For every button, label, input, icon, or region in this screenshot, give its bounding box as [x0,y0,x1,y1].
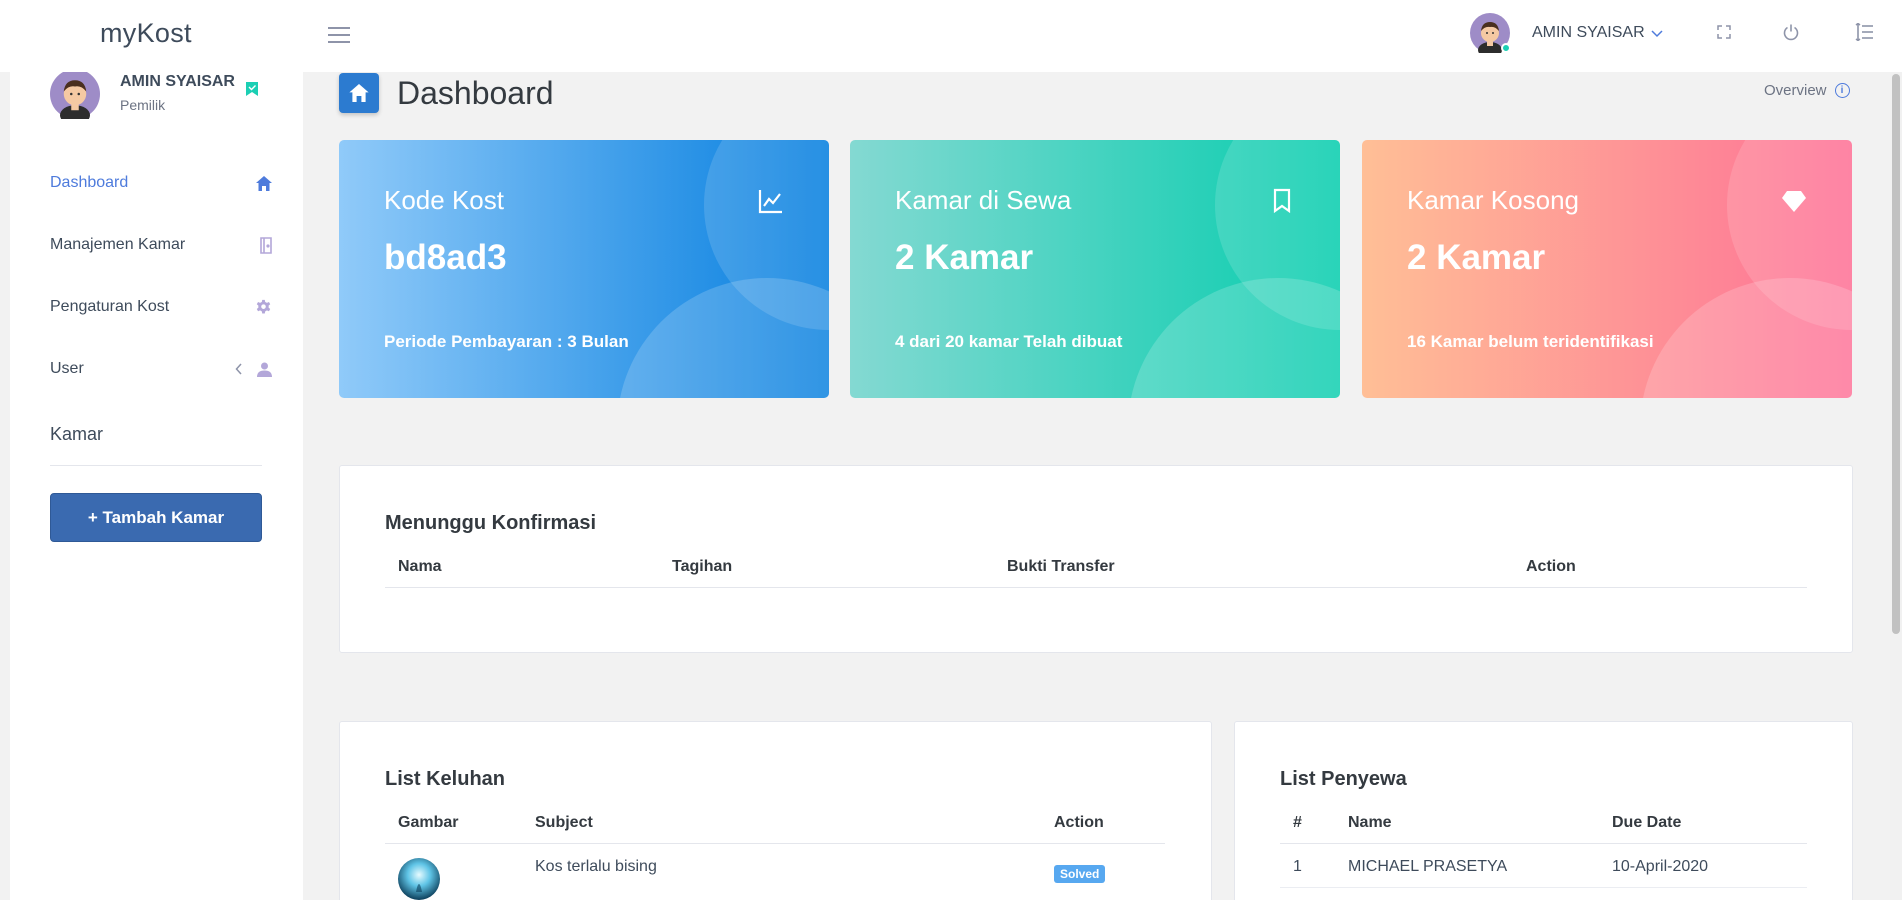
diamond-icon [1781,188,1807,214]
page-scrollbar[interactable] [1890,72,1902,900]
sidebar-item-label: User [50,360,84,377]
sidebar-profile[interactable]: AMIN SYAISAR Pemilik [50,69,272,126]
stat-value: bd8ad3 [384,238,507,277]
tenant-number: 1 [1293,858,1302,875]
column-header: Gambar [398,814,459,831]
list-settings-icon[interactable] [1852,20,1876,44]
scrollbar-thumb[interactable] [1892,74,1900,634]
stat-label: Kamar Kosong [1407,185,1579,215]
navbar-user-name: AMIN SYAISAR [1532,24,1645,41]
sidebar-section-title: Kamar [50,424,104,444]
chevron-down-icon [1651,26,1663,41]
tenant-name: MICHAEL PRASETYA [1348,858,1508,875]
bookmark-icon [1269,188,1295,214]
tenants-panel: List Penyewa # Name Due Date 1 MICHAEL P… [1234,721,1853,900]
navbar-profile-dropdown[interactable]: AMIN SYAISAR [1470,13,1663,58]
overview-label: Overview [1764,82,1827,99]
column-header: Action [1054,814,1104,831]
sidebar-item-user[interactable]: User [50,338,272,400]
top-navbar: myKost AMIN SYAISAR [0,0,1902,72]
stat-label: Kamar di Sewa [895,185,1072,215]
home-icon [339,73,379,113]
home-icon [256,175,272,191]
sidebar-user-name: AMIN SYAISAR [120,73,235,90]
sidebar-item-pengaturan-kost[interactable]: Pengaturan Kost [50,276,272,338]
sidebar-item-dashboard[interactable]: Dashboard [50,152,272,214]
avatar [50,69,100,126]
column-header: Bukti Transfer [1007,558,1115,575]
stat-card-kamar-kosong: Kamar Kosong 2 Kamar 16 Kamar belum teri… [1362,140,1852,398]
sidebar-item-label: Pengaturan Kost [50,298,170,315]
chevron-left-icon [235,363,242,375]
sidebar-item-label: Manajemen Kamar [50,236,186,253]
power-icon[interactable] [1779,20,1803,44]
tenant-due-date: 10-April-2020 [1612,858,1709,875]
stat-label: Kode Kost [384,185,504,215]
verified-bookmark-icon [246,82,258,96]
table-header: Gambar Subject Action [385,808,1165,844]
sidebar-menu: Dashboard Manajemen Kamar Pengaturan Kos… [50,152,272,400]
stat-subtext: Periode Pembayaran : 3 Bulan [384,332,629,351]
brand-logo[interactable]: myKost [100,18,192,49]
column-header: Nama [398,558,442,575]
chart-line-icon [758,188,784,214]
gear-icon [255,299,272,316]
table-row[interactable]: Kos terlalu bising Solved [385,844,1165,900]
column-header: Action [1526,558,1576,575]
sidebar-item-manajemen-kamar[interactable]: Manajemen Kamar [50,214,272,276]
complaint-thumbnail [398,858,440,900]
column-header: Tagihan [672,558,733,575]
column-header: # [1293,814,1302,831]
panel-title: List Penyewa [1280,768,1407,790]
sidebar-item-label: Dashboard [50,174,129,191]
sidebar-user-role: Pemilik [120,97,166,113]
avatar [1470,13,1511,58]
fullscreen-icon[interactable] [1712,20,1736,44]
column-header: Name [1348,814,1392,831]
status-badge: Solved [1054,865,1106,883]
stat-card-kode-kost: Kode Kost bd8ad3 Periode Pembayaran : 3 … [339,140,829,398]
pending-confirmation-panel: Menunggu Konfirmasi Nama Tagihan Bukti T… [339,465,1853,653]
stat-subtext: 4 dari 20 kamar Telah dibuat [895,332,1123,351]
online-status-dot [1501,43,1511,53]
stat-value: 2 Kamar [1407,238,1546,277]
panel-title: List Keluhan [385,768,506,790]
complaint-subject: Kos terlalu bising [535,858,657,875]
table-row[interactable]: 1 MICHAEL PRASETYA 10-April-2020 [1280,844,1807,888]
page-title: Dashboard [397,75,554,111]
column-header: Due Date [1612,814,1682,831]
user-icon [257,362,272,377]
stat-subtext: 16 Kamar belum teridentifikasi [1407,332,1654,351]
table-header: Nama Tagihan Bukti Transfer Action [385,552,1807,588]
column-header: Subject [535,814,593,831]
table-header: # Name Due Date [1280,808,1807,844]
stat-value: 2 Kamar [895,238,1034,277]
door-icon [260,236,272,254]
complaints-panel: List Keluhan Gambar Subject Action Kos t… [339,721,1212,900]
menu-toggle-icon[interactable] [326,22,352,48]
sidebar: AMIN SYAISAR Pemilik Dashboard Manajemen… [10,69,303,900]
add-room-button[interactable]: + Tambah Kamar [50,493,262,542]
stat-card-kamar-di-sewa: Kamar di Sewa 2 Kamar 4 dari 20 kamar Te… [850,140,1340,398]
panel-title: Menunggu Konfirmasi [385,512,597,534]
info-icon: i [1834,83,1850,98]
overview-link[interactable]: Overview i [1764,82,1850,99]
sidebar-divider [50,465,262,466]
